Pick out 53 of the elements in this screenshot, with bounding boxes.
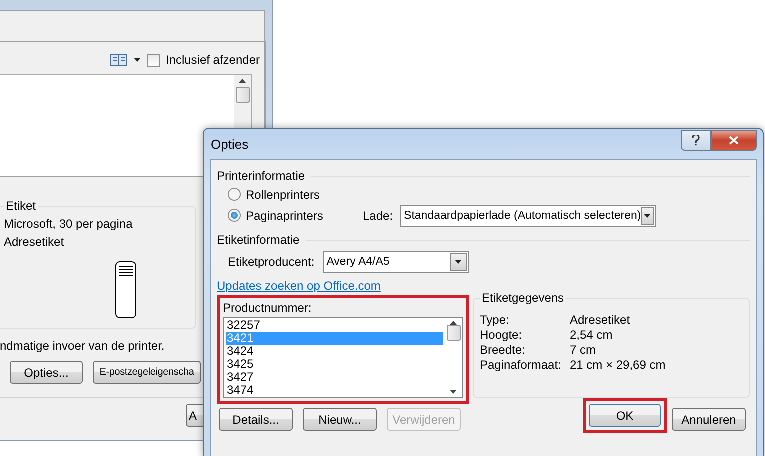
list-item[interactable]: 32257 (226, 319, 443, 332)
hint-text: ndmatige invoer van de printer. (0, 339, 165, 353)
detail-value: 21 cm × 29,69 cm (570, 358, 667, 373)
detail-label: Breedte: (480, 343, 526, 358)
checkbox-label: Inclusief afzender (166, 53, 260, 67)
help-button[interactable] (681, 130, 711, 151)
scroll-up-icon[interactable] (239, 79, 246, 83)
vendor-label: Etiketproducent: (228, 255, 315, 269)
product-list[interactable]: 32257 3421 3424 3425 3427 3474 (223, 317, 463, 398)
detail-value: Adresetiket (570, 313, 632, 328)
label-info-text: Microsoft, 30 per pagina (4, 217, 134, 231)
postage-button[interactable]: E-postzegeleigenscha (93, 361, 201, 384)
dialog-button[interactable]: Nieuw... (303, 408, 377, 431)
detail-label: Type: (480, 313, 510, 328)
group-title: Etiketgegevens (481, 291, 566, 305)
detail-value: 7 cm (570, 343, 598, 358)
dropdown-caret-icon (134, 58, 141, 62)
group-title: Etiket (5, 199, 38, 213)
dialog-button[interactable]: Details... (219, 408, 293, 431)
tray-dropdown[interactable]: Standaardpapierlade (Automatisch selecteren) (400, 204, 656, 226)
dialog-title: Opties (210, 136, 249, 152)
list-item[interactable]: 3474 (226, 384, 443, 397)
vendor-dropdown[interactable]: Avery A4/A5 (322, 251, 469, 273)
section-title: Printerinformatie (217, 169, 306, 183)
sender-checkbox[interactable] (146, 54, 160, 66)
help-icon (692, 135, 700, 146)
options-button[interactable]: Opties... (10, 361, 83, 384)
scroll-thumb[interactable] (446, 325, 460, 341)
label-preview-icon (114, 261, 136, 319)
address-book-icon[interactable] (110, 54, 128, 66)
dropdown-caret-icon (644, 214, 652, 218)
detail-value: 2,54 cm (570, 328, 614, 343)
close-icon (729, 136, 739, 145)
radio-button[interactable] (228, 209, 241, 222)
radio-label: Paginaprinters (246, 208, 324, 222)
list-item[interactable]: 3425 (226, 358, 443, 371)
cancel-button[interactable]: Annuleren (672, 408, 746, 431)
dropdown-caret-icon (454, 260, 462, 264)
radio-button[interactable] (228, 188, 241, 201)
section-title: Etiketinformatie (217, 233, 300, 247)
product-label: Productnummer: (223, 301, 313, 315)
ok-button[interactable]: OK (589, 404, 661, 427)
list-item[interactable]: 3427 (226, 371, 443, 384)
scroll-down-icon[interactable] (450, 390, 457, 394)
updates-link[interactable]: Updates zoeken op Office.com (217, 279, 381, 293)
tray-label: Lade: (363, 208, 394, 222)
radio-label: Rollenprinters (246, 188, 320, 202)
detail-label: Hoogte: (480, 328, 524, 343)
close-button[interactable] (711, 130, 757, 151)
list-item[interactable]: 3424 (226, 345, 443, 358)
label-info-text: Adresetiket (4, 235, 66, 249)
detail-label: Paginaformaat: (480, 358, 562, 373)
scroll-thumb[interactable] (236, 87, 250, 103)
